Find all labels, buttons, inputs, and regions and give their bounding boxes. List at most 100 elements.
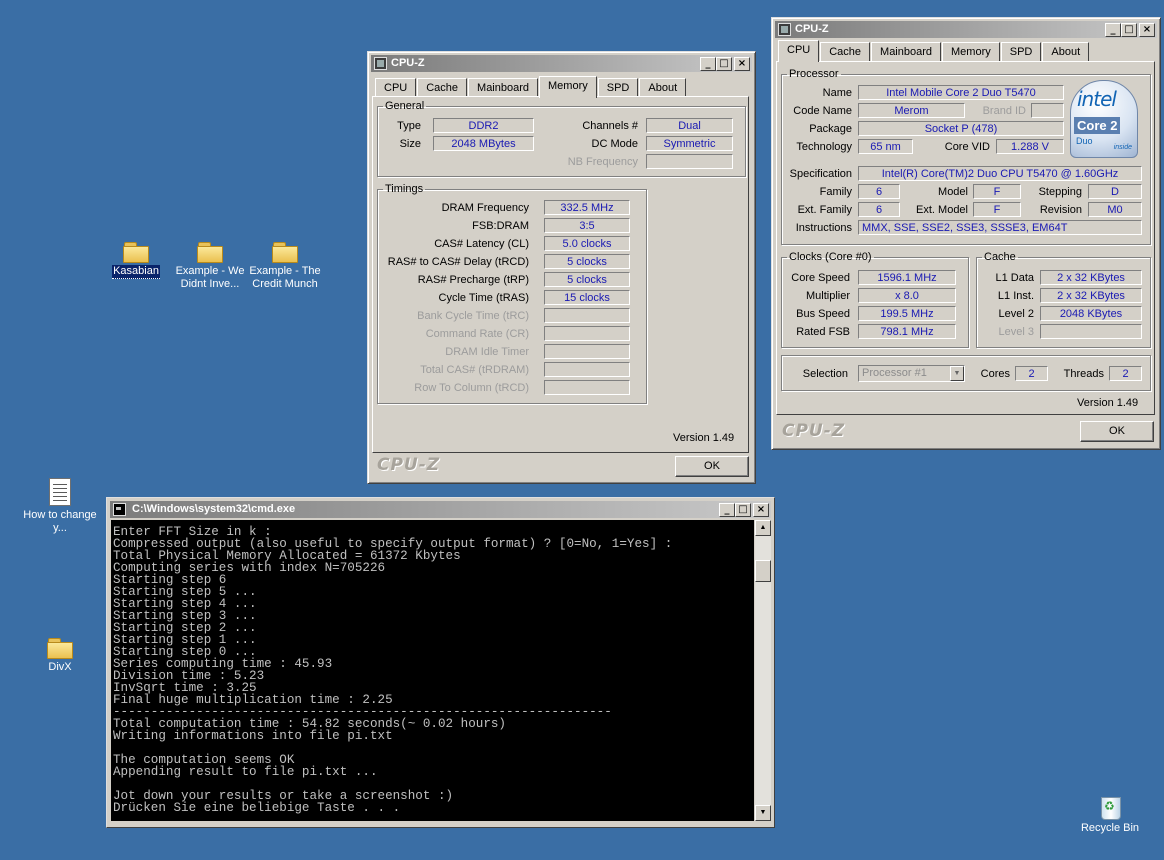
revision-value: M0 bbox=[1088, 202, 1142, 217]
desktop-icon-recycle-bin[interactable]: Recycle Bin bbox=[1070, 793, 1150, 835]
scroll-down-icon[interactable]: ▼ bbox=[755, 805, 771, 821]
chevron-down-icon[interactable]: ▼ bbox=[950, 366, 964, 381]
timing-value bbox=[544, 308, 630, 323]
timing-value bbox=[544, 362, 630, 377]
core2-text: Core 2 bbox=[1074, 117, 1121, 134]
timing-label: FSB:DRAM bbox=[472, 220, 529, 232]
name-label: Name bbox=[822, 87, 852, 99]
timing-label: Command Rate (CR) bbox=[425, 328, 529, 340]
desktop-icon-label: Example - The Credit Munch bbox=[249, 265, 321, 290]
level3-label: Level 3 bbox=[998, 326, 1034, 338]
maximize-icon[interactable]: □ bbox=[735, 503, 751, 517]
tab-about[interactable]: About bbox=[1042, 42, 1090, 61]
size-label: Size bbox=[399, 138, 421, 150]
tab-mainboard[interactable]: Mainboard bbox=[468, 78, 539, 97]
folder-icon bbox=[272, 242, 298, 263]
scroll-up-icon[interactable]: ▲ bbox=[755, 520, 771, 536]
package-label: Package bbox=[809, 123, 852, 135]
code-name-label: Code Name bbox=[793, 105, 852, 117]
timing-value: 332.5 MHz bbox=[544, 200, 630, 215]
tab-memory[interactable]: Memory bbox=[539, 76, 597, 98]
level2-value: 2048 KBytes bbox=[1040, 306, 1142, 321]
maximize-icon[interactable]: □ bbox=[716, 57, 732, 71]
technology-label: Technology bbox=[796, 141, 852, 153]
level2-label: Level 2 bbox=[998, 308, 1034, 320]
tab-cache[interactable]: Cache bbox=[417, 78, 468, 97]
stepping-label: Stepping bbox=[1038, 186, 1082, 198]
console-output[interactable]: Enter FFT Size in k : Compressed output (… bbox=[111, 520, 754, 821]
group-legend: Processor bbox=[789, 68, 839, 80]
multiplier-label: Multiplier bbox=[805, 290, 850, 302]
window-titlebar[interactable]: CPU-Z _ □ × bbox=[775, 21, 1157, 38]
vertical-scrollbar[interactable]: ▲ ▼ bbox=[755, 520, 771, 821]
core-vid-value: 1.288 V bbox=[996, 139, 1064, 154]
group-legend: General bbox=[385, 100, 425, 112]
rated-fsb-label: Rated FSB bbox=[796, 326, 850, 338]
name-value: Intel Mobile Core 2 Duo T5470 bbox=[858, 85, 1064, 100]
l1-data-value: 2 x 32 KBytes bbox=[1040, 270, 1142, 285]
stepping-value: D bbox=[1088, 184, 1142, 199]
tab-spd[interactable]: SPD bbox=[597, 78, 639, 97]
timing-value bbox=[544, 380, 630, 395]
model-value: F bbox=[973, 184, 1021, 199]
cpuz-brand: CPU-Z bbox=[377, 455, 441, 475]
tab-cpu[interactable]: CPU bbox=[778, 40, 820, 62]
desktop-icon-label: Example - We Didnt Inve... bbox=[175, 265, 245, 290]
bus-speed-label: Bus Speed bbox=[796, 308, 850, 320]
tab-about[interactable]: About bbox=[639, 78, 687, 97]
cores-value: 2 bbox=[1015, 366, 1048, 381]
timing-label: Cycle Time (tRAS) bbox=[438, 292, 529, 304]
desktop-icon-divx[interactable]: DivX bbox=[20, 638, 100, 674]
tab-strip: CPU Cache Mainboard Memory SPD About bbox=[778, 40, 1090, 62]
ok-button[interactable]: OK bbox=[1080, 421, 1154, 442]
desktop-icon-example-we-didnt[interactable]: Example - We Didnt Inve... bbox=[170, 242, 250, 291]
console-line: Drücken Sie eine beliebige Taste . . . bbox=[113, 801, 401, 815]
text-document-icon bbox=[49, 478, 71, 506]
tab-cache[interactable]: Cache bbox=[820, 42, 871, 61]
window-titlebar[interactable]: CPU-Z _ □ × bbox=[371, 55, 752, 72]
processor-select[interactable]: Processor #1 ▼ bbox=[858, 365, 965, 382]
tab-mainboard[interactable]: Mainboard bbox=[871, 42, 942, 61]
desktop-icon-example-credit-munch[interactable]: Example - The Credit Munch bbox=[245, 242, 325, 291]
tab-memory[interactable]: Memory bbox=[942, 42, 1000, 61]
model-label: Model bbox=[938, 186, 968, 198]
timing-label: RAS# to CAS# Delay (tRCD) bbox=[387, 256, 529, 268]
desktop-icon-label: Kasabian bbox=[112, 265, 160, 279]
intel-core2-duo-logo: intel Core 2 Duo inside bbox=[1070, 80, 1138, 158]
minimize-icon[interactable]: _ bbox=[1105, 23, 1121, 37]
timing-label: CAS# Latency (CL) bbox=[434, 238, 529, 250]
timing-label: Row To Column (tRCD) bbox=[414, 382, 529, 394]
scroll-thumb[interactable] bbox=[755, 560, 771, 582]
close-icon[interactable]: × bbox=[1139, 23, 1155, 37]
minimize-icon[interactable]: _ bbox=[700, 57, 716, 71]
timing-label: RAS# Precharge (tRP) bbox=[417, 274, 529, 286]
ok-button[interactable]: OK bbox=[675, 456, 749, 477]
version-label: Version 1.49 bbox=[1077, 397, 1139, 409]
folder-icon bbox=[197, 242, 223, 263]
brand-id-label: Brand ID bbox=[982, 105, 1026, 117]
rated-fsb-value: 798.1 MHz bbox=[858, 324, 956, 339]
cpuz-cpu-window: CPU-Z _ □ × CPU Cache Mainboard Memory S… bbox=[771, 17, 1161, 450]
minimize-icon[interactable]: _ bbox=[719, 503, 735, 517]
multiplier-value: x 8.0 bbox=[858, 288, 956, 303]
type-value: DDR2 bbox=[433, 118, 534, 133]
desktop-icon-kasabian[interactable]: Kasabian bbox=[96, 242, 176, 279]
timing-label: Bank Cycle Time (tRC) bbox=[417, 310, 529, 322]
recycle-bin-icon bbox=[1099, 793, 1121, 820]
tab-cpu[interactable]: CPU bbox=[375, 78, 417, 97]
maximize-icon[interactable]: □ bbox=[1121, 23, 1137, 37]
tab-strip: CPU Cache Mainboard Memory SPD About bbox=[375, 76, 687, 98]
desktop-icon-how-to[interactable]: How to change y... bbox=[20, 478, 100, 535]
window-title: C:\Windows\system32\cmd.exe bbox=[132, 503, 296, 515]
family-label: Family bbox=[819, 186, 852, 198]
close-icon[interactable]: × bbox=[753, 503, 769, 517]
close-icon[interactable]: × bbox=[734, 57, 750, 71]
specification-value: Intel(R) Core(TM)2 Duo CPU T5470 @ 1.60G… bbox=[858, 166, 1142, 181]
timing-value bbox=[544, 344, 630, 359]
type-label: Type bbox=[397, 120, 421, 132]
timing-label: DRAM Idle Timer bbox=[445, 346, 529, 358]
window-titlebar[interactable]: C:\Windows\system32\cmd.exe _ □ × bbox=[110, 501, 771, 518]
tab-spd[interactable]: SPD bbox=[1000, 42, 1042, 61]
cpuz-app-icon bbox=[778, 23, 791, 36]
selection-label: Selection bbox=[802, 368, 848, 380]
